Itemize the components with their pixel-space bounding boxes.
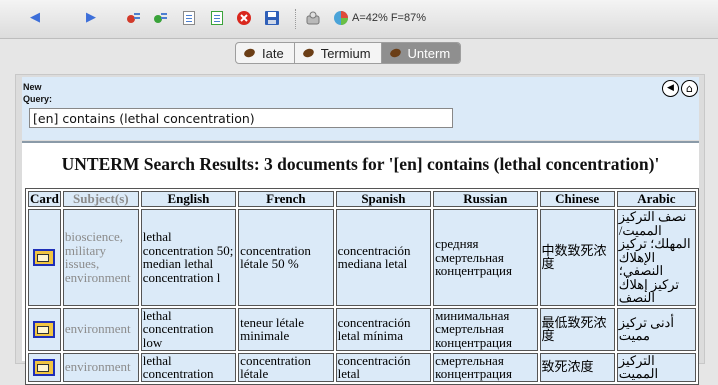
arabic-cell: نصف التركيز المميت/المهلك؛ تركيز الإهلاك… [616,209,696,306]
tab-iate[interactable]: Iate [236,43,295,63]
tab-label: Termium [320,45,371,61]
database-tabs: Iate Termium Unterm [235,42,462,64]
subject-cell: bioscience, military issues, environment [62,209,139,306]
forward-icon[interactable]: ▶ [83,10,99,26]
query-label-line2: Query: [23,94,53,104]
bean-icon [388,47,402,59]
english-cell: lethal concentration 50; median lethal c… [140,209,237,306]
back-icon[interactable]: ◀ [27,10,43,26]
tab-label: Iate [262,45,284,61]
tab-unterm[interactable]: Unterm [381,43,461,63]
card-icon[interactable] [33,248,56,266]
french-cell: concentration létale [238,352,334,382]
home-icon[interactable]: ⌂ [681,80,698,97]
results-title: UNTERM Search Results: 3 documents for '… [61,154,660,174]
spanish-cell: concentración mediana letal [335,209,432,306]
tab-label: Unterm [407,45,451,61]
add-term-icon[interactable] [152,10,168,26]
chinese-cell: 中数致死浓度 [539,209,615,306]
bean-icon [242,47,257,59]
card-cell [28,352,61,382]
chinese-cell: 致死浓度 [539,352,615,382]
arabic-cell: التركيز المميت [616,352,696,382]
chinese-cell: 最低致死浓度 [539,307,615,351]
card-cell [28,209,61,306]
bean-icon [301,47,315,59]
card-cell [28,307,61,351]
russian-cell: смертельная концентрация [433,352,538,382]
table-row: environment lethal concentration low ten… [28,307,696,351]
column-header-card: Card [28,191,61,207]
column-header-arabic: Arabic [616,191,696,207]
tools-icon[interactable] [305,10,321,26]
header-row: Card Subject(s) English French Spanish R… [28,191,696,207]
results-table: Card Subject(s) English French Spanish R… [25,188,699,385]
russian-cell: средняя смертельная концентрация [433,209,538,306]
french-cell: teneur létale minimale [238,307,334,351]
table-row: bioscience, military issues, environment… [28,209,696,306]
french-cell: concentration létale 50 % [238,209,334,306]
query-box: New Query: [en] contains (lethal concent… [22,77,699,140]
english-cell: lethal concentration [140,352,237,382]
subject-cell: environment [62,307,139,351]
results-area: UNTERM Search Results: 3 documents for '… [22,141,699,385]
column-header-russian: Russian [433,191,538,207]
subject-cell: environment [62,352,139,382]
toolbar: ◀ ▶ A=42% F=87% [0,0,718,39]
coverage-status: A=42% F=87% [352,12,426,24]
table-row: environment lethal concentration concent… [28,352,696,382]
query-input[interactable]: [en] contains (lethal concentration) [29,108,453,128]
home-glyph: ⌂ [686,82,693,95]
column-header-english: English [140,191,237,207]
document-icon[interactable] [181,10,197,26]
column-header-chinese: Chinese [539,191,615,207]
document-list-icon[interactable] [209,10,225,26]
statistics-icon[interactable] [333,10,349,26]
remove-term-icon[interactable] [125,10,141,26]
toolbar-separator [295,9,296,29]
arabic-cell: أدنى تركيز مميت [616,307,696,351]
save-icon[interactable] [264,10,280,26]
column-header-subjects: Subject(s) [62,191,139,207]
tab-termium[interactable]: Termium [295,43,382,63]
back-glyph: ◀ [667,83,674,93]
spanish-cell: concentración letal [335,352,432,382]
back-arrow-icon[interactable]: ◀ [662,80,679,97]
card-icon[interactable] [33,320,56,338]
russian-cell: минимальная смертельная концентрация [433,307,538,351]
content-panel: New Query: [en] contains (lethal concent… [15,74,705,385]
query-label: New Query: [23,81,52,105]
stop-icon[interactable] [236,10,252,26]
query-label-line1: New [23,82,42,92]
card-icon[interactable] [33,358,56,376]
spanish-cell: concentración letal mínima [335,307,432,351]
column-header-french: French [238,191,334,207]
column-header-spanish: Spanish [335,191,432,207]
english-cell: lethal concentration low [140,307,237,351]
